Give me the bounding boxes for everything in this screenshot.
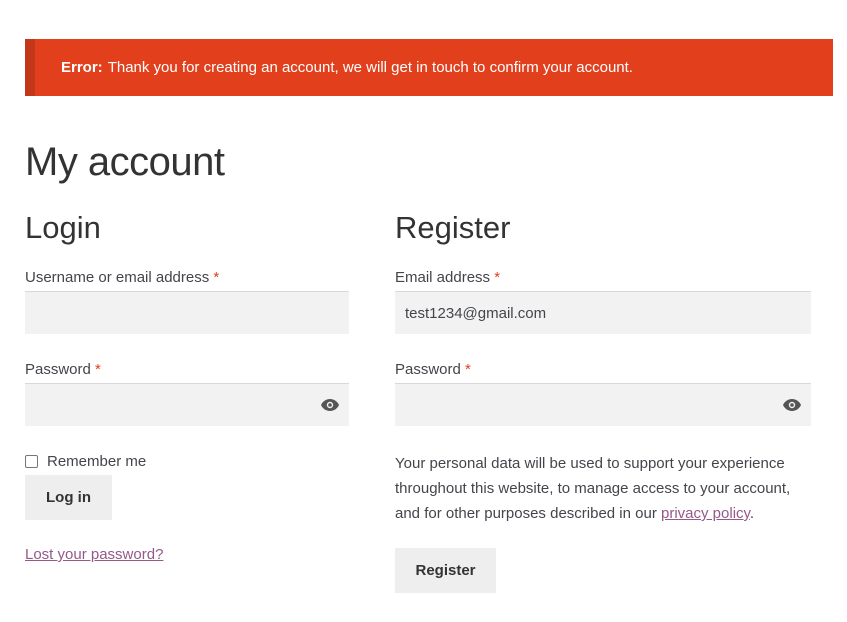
login-button[interactable]: Log in bbox=[25, 475, 112, 520]
required-mark: * bbox=[494, 269, 501, 286]
login-username-input[interactable] bbox=[25, 291, 349, 334]
username-label: Username or email address * bbox=[25, 269, 220, 286]
register-title: Register bbox=[395, 210, 511, 245]
login-password-label: Password * bbox=[25, 361, 101, 378]
register-email-input[interactable] bbox=[395, 291, 811, 334]
remember-me-checkbox[interactable] bbox=[25, 455, 38, 468]
login-password-input[interactable] bbox=[25, 383, 349, 426]
error-message: Thank you for creating an account, we wi… bbox=[107, 59, 633, 76]
required-mark: * bbox=[213, 269, 220, 286]
required-mark: * bbox=[465, 361, 471, 378]
register-password-label: Password * bbox=[395, 361, 471, 378]
error-prefix: Error: bbox=[61, 59, 103, 76]
lost-password-link[interactable]: Lost your password? bbox=[25, 546, 163, 563]
login-title: Login bbox=[25, 210, 101, 245]
eye-icon[interactable] bbox=[783, 399, 801, 411]
email-label: Email address * bbox=[395, 269, 501, 286]
privacy-policy-link[interactable]: privacy policy bbox=[661, 505, 750, 522]
page-title: My account bbox=[25, 140, 225, 184]
privacy-notice: Your personal data will be used to suppo… bbox=[395, 455, 791, 522]
register-password-input[interactable] bbox=[395, 383, 811, 426]
eye-icon[interactable] bbox=[321, 399, 339, 411]
register-button[interactable]: Register bbox=[395, 548, 496, 593]
error-notice: Error: Thank you for creating an account… bbox=[25, 39, 833, 96]
required-mark: * bbox=[95, 361, 101, 378]
remember-me-label: Remember me bbox=[47, 453, 147, 470]
